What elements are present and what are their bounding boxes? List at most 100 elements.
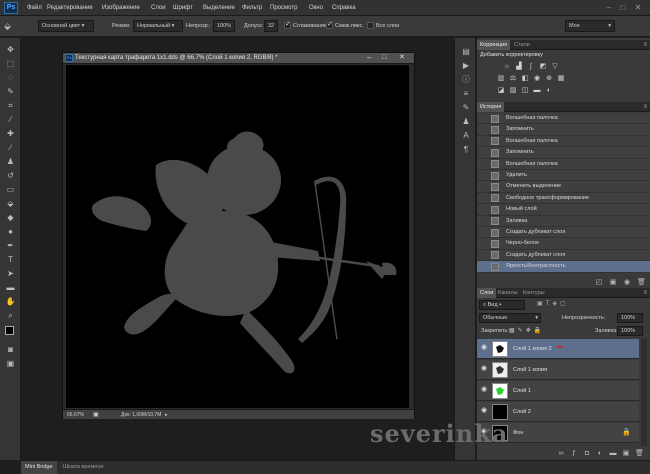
tab-correction[interactable]: Коррекция	[477, 40, 511, 50]
history-item[interactable]: Создать дубликат слоя	[477, 249, 650, 262]
doc-minimize-icon[interactable]: –	[367, 53, 371, 63]
paint-bucket-tool-icon[interactable]: ⬙	[5, 198, 16, 209]
exposure-adjust-icon[interactable]: ◩	[539, 63, 547, 71]
posterize-icon[interactable]: ▨	[509, 87, 517, 95]
paragraph-panel-icon[interactable]: ¶	[460, 144, 472, 155]
new-layer-icon[interactable]: ▣	[622, 450, 630, 458]
threshold-icon[interactable]: ◫	[521, 87, 529, 95]
history-camera-icon[interactable]: ◉	[623, 279, 631, 287]
info-panel-icon[interactable]: ⓘ	[460, 74, 472, 85]
clone-source-icon[interactable]: ♟	[460, 116, 472, 127]
mode-select[interactable]: Нормальный ▾	[133, 20, 183, 32]
character-panel-icon[interactable]: A	[460, 130, 472, 141]
stamp-tool-icon[interactable]: ♟	[5, 156, 16, 167]
antialias-checkbox[interactable]	[284, 20, 291, 29]
tab-channels[interactable]: Каналы	[495, 288, 521, 298]
history-menu-icon[interactable]: ≡	[643, 102, 647, 112]
foreground-color-swatch[interactable]	[5, 326, 14, 335]
tab-styles[interactable]: Стили	[511, 40, 533, 50]
tab-layers[interactable]: Слои	[477, 288, 497, 298]
menu-image[interactable]: Изображение	[102, 0, 140, 16]
doc-close-icon[interactable]: ✕	[399, 53, 405, 63]
history-item[interactable]: Запомнить	[477, 147, 650, 159]
panel-menu-icon[interactable]: ≡	[643, 40, 647, 50]
layer-opacity-input[interactable]: 100%	[617, 313, 643, 323]
paint-bucket-icon[interactable]: ⬙	[4, 20, 11, 32]
link-layers-icon[interactable]: ∞	[557, 450, 565, 458]
layer-row-selected[interactable]: ◉ Слой 1 копия 2 ⬅	[477, 339, 639, 359]
history-delete-icon[interactable]: 🗑	[637, 279, 646, 287]
history-item[interactable]: Волшебная палочка	[477, 158, 650, 170]
close-icon[interactable]: ✕	[633, 3, 643, 13]
delete-layer-icon[interactable]: 🗑	[635, 450, 644, 458]
selective-color-icon[interactable]: ◐	[545, 87, 553, 95]
workspace-select[interactable]: Мое ▾	[565, 20, 615, 32]
levels-adjust-icon[interactable]: ▟	[515, 63, 523, 71]
restore-icon[interactable]: □	[618, 3, 628, 13]
history-item[interactable]: Удалить	[477, 170, 650, 182]
vibrance-adjust-icon[interactable]: ▽	[551, 63, 559, 71]
brightness-adjust-icon[interactable]: ☼	[503, 63, 511, 71]
layers-scrollbar[interactable]	[641, 339, 647, 446]
menu-select[interactable]: Выделение	[203, 0, 235, 16]
history-new-doc-icon[interactable]: ▣	[609, 279, 617, 287]
dodge-tool-icon[interactable]: ●	[5, 226, 16, 237]
eye-icon[interactable]: ◉	[480, 386, 488, 394]
history-snapshot-icon[interactable]: ◰	[595, 279, 603, 287]
screen-mode-icon[interactable]: ▣	[5, 358, 16, 369]
healing-tool-icon[interactable]: ✚	[5, 128, 16, 139]
quick-select-tool-icon[interactable]: ✎	[5, 86, 16, 97]
history-item[interactable]: Свободное трансформирование	[477, 192, 650, 205]
hand-tool-icon[interactable]: ✋	[5, 296, 16, 307]
new-group-icon[interactable]: ▬	[609, 450, 617, 458]
eye-icon[interactable]: ◉	[480, 365, 488, 373]
hue-adjust-icon[interactable]: ▥	[497, 75, 505, 83]
status-arrow-icon[interactable]: ▸	[165, 410, 168, 420]
menu-filter[interactable]: Фильтр	[242, 0, 262, 16]
quick-mask-icon[interactable]: ◙	[5, 344, 16, 355]
shape-tool-icon[interactable]: ▬	[5, 282, 16, 293]
history-item[interactable]: Черно-белое	[477, 238, 650, 250]
photo-filter-icon[interactable]: ◉	[533, 75, 541, 83]
eyedropper-tool-icon[interactable]: ⁄	[5, 114, 16, 125]
move-tool-icon[interactable]: ✥	[5, 44, 16, 55]
doc-restore-icon[interactable]: □	[382, 53, 386, 63]
eye-icon[interactable]: ◉	[480, 344, 488, 352]
history-panel-icon[interactable]: ▤	[460, 46, 472, 57]
layers-menu-icon[interactable]: ≡	[643, 288, 647, 298]
history-item[interactable]: Заливка	[477, 215, 650, 227]
status-menu-icon[interactable]: ▣	[93, 410, 99, 420]
marquee-tool-icon[interactable]: ⬚	[5, 58, 16, 69]
history-item[interactable]: Новый слой	[477, 204, 650, 216]
brush-tool-icon[interactable]: ∕	[5, 142, 16, 153]
opacity-input[interactable]: 100%	[213, 20, 235, 32]
crop-tool-icon[interactable]: ⌗	[5, 100, 16, 111]
tab-history[interactable]: История	[477, 102, 505, 112]
menu-view[interactable]: Просмотр	[270, 0, 297, 16]
channel-mixer-icon[interactable]: ⊕	[545, 75, 553, 83]
menu-layers[interactable]: Слои	[151, 0, 166, 16]
contiguous-checkbox[interactable]	[326, 20, 333, 29]
invert-icon[interactable]: ◪	[497, 87, 505, 95]
path-select-tool-icon[interactable]: ➤	[5, 268, 16, 279]
menu-edit[interactable]: Редактирование	[47, 0, 93, 16]
history-brush-tool-icon[interactable]: ↺	[5, 170, 16, 181]
color-balance-icon[interactable]: ⚖	[509, 75, 517, 83]
all-layers-checkbox[interactable]	[367, 22, 374, 29]
menu-type[interactable]: Шрифт	[173, 0, 193, 16]
zoom-level[interactable]: 66,67%	[67, 410, 84, 420]
tab-minibridge[interactable]: Mini Bridge	[21, 461, 57, 474]
sample-source-select[interactable]: Основной цвет ▾	[38, 20, 94, 32]
color-lookup-icon[interactable]: ▦	[557, 75, 565, 83]
tolerance-input[interactable]: 32	[264, 20, 278, 32]
brush-panel-icon[interactable]: ✎	[460, 102, 472, 113]
blur-tool-icon[interactable]: ◆	[5, 212, 16, 223]
layer-style-icon[interactable]: ƒ	[570, 450, 578, 458]
layer-row[interactable]: ◉ Слой 1	[477, 381, 639, 401]
tab-paths[interactable]: Контуры	[520, 288, 548, 298]
curves-adjust-icon[interactable]: ∫	[527, 63, 535, 71]
lock-icons[interactable]: ▦✎✥🔒	[509, 326, 544, 336]
menu-help[interactable]: Справка	[332, 0, 356, 16]
lasso-tool-icon[interactable]: ◌	[5, 72, 16, 83]
gradient-map-icon[interactable]: ▬	[533, 87, 541, 95]
